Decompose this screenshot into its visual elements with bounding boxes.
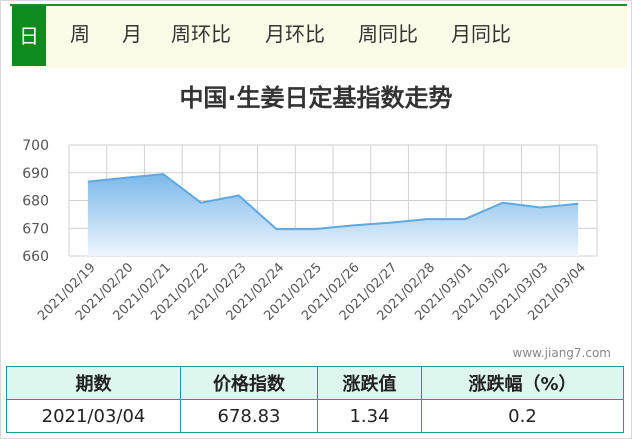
index-summary-table: 期数 价格指数 涨跌值 涨跌幅（%） 2021/03/04 678.83 1.3… [6, 366, 624, 433]
tab-week-year-over-year[interactable]: 周同比 [358, 20, 418, 48]
tab-day[interactable]: 日 [12, 6, 46, 66]
watermark: www.jiang7.com [513, 346, 611, 360]
header-change-value: 涨跌值 [317, 366, 422, 400]
tab-month[interactable]: 月 [122, 20, 142, 48]
table-row: 2021/03/04 678.83 1.34 0.2 [6, 399, 624, 433]
cell-change-value: 1.34 [317, 399, 422, 433]
y-tick-label: 700 [22, 138, 49, 154]
y-tick-label: 670 [22, 221, 49, 237]
y-tick-label: 690 [22, 166, 49, 182]
period-tab-bar: 日 周 月 周环比 月环比 周同比 月同比 [10, 4, 627, 68]
chart-container: 中国·生姜日定基指数走势 660 670 680 690 700 2021/02/19 2… [0, 70, 632, 366]
header-change-percent: 涨跌幅（%） [421, 366, 624, 400]
y-tick-label: 680 [22, 194, 49, 210]
x-axis-ticks: 2021/02/192021/02/202021/02/212021/02/22… [35, 260, 589, 324]
tab-week[interactable]: 周 [70, 20, 90, 48]
cell-price-index: 678.83 [180, 399, 318, 433]
index-chart: 中国·生姜日定基指数走势 660 670 680 690 700 2021/02/192… [22, 84, 611, 360]
y-axis-ticks: 660 670 680 690 700 [22, 138, 49, 265]
header-price-index: 价格指数 [180, 366, 318, 400]
tab-month-year-over-year[interactable]: 月同比 [451, 20, 511, 48]
tab-month-over-month[interactable]: 月环比 [265, 20, 325, 48]
tab-week-over-week[interactable]: 周环比 [171, 20, 231, 48]
chart-title: 中国·生姜日定基指数走势 [179, 84, 452, 112]
y-tick-label: 660 [22, 249, 49, 265]
cell-change-percent: 0.2 [421, 399, 624, 433]
cell-period: 2021/03/04 [6, 399, 181, 433]
header-period: 期数 [6, 366, 181, 400]
table-header-row: 期数 价格指数 涨跌值 涨跌幅（%） [6, 366, 624, 400]
